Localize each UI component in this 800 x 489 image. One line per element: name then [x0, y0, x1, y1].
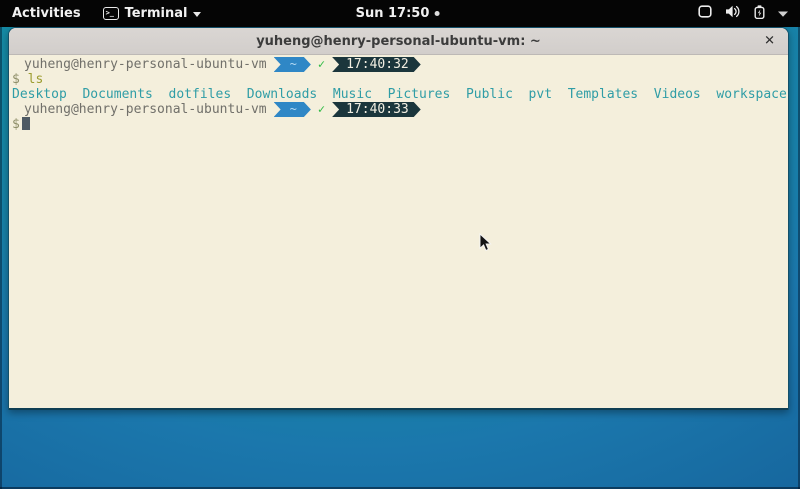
- volume-icon: [725, 5, 741, 22]
- terminal-body[interactable]: yuheng@henry-personal-ubuntu-vm ~ ✓ 17:4…: [9, 55, 788, 408]
- command-text: ls: [28, 72, 44, 87]
- status-check-icon: ✓: [318, 57, 325, 72]
- system-status-menu[interactable]: [686, 0, 800, 27]
- command-line: $ ls: [12, 72, 785, 87]
- top-bar-left: Activities >_ Terminal: [0, 0, 211, 27]
- prompt-char: $: [12, 117, 20, 132]
- screen: Activities >_ Terminal Sun 17:50: [0, 0, 800, 489]
- prompt-char: $: [12, 72, 20, 87]
- chevron-down-icon: [193, 12, 201, 17]
- screen-icon: [698, 5, 712, 22]
- status-check-icon: ✓: [318, 102, 325, 117]
- input-line: $: [12, 117, 785, 132]
- powerline-dir-segment: ~: [274, 102, 311, 117]
- terminal-app-icon: >_: [103, 7, 119, 20]
- prompt-line-1: yuheng@henry-personal-ubuntu-vm ~ ✓ 17:4…: [12, 57, 785, 72]
- activities-button[interactable]: Activities: [0, 0, 93, 27]
- top-bar: Activities >_ Terminal Sun 17:50: [0, 0, 800, 27]
- close-button[interactable]: ✕: [764, 35, 775, 48]
- chevron-down-icon: [778, 6, 788, 21]
- battery-charging-icon: [754, 5, 765, 23]
- terminal-window: yuheng@henry-personal-ubuntu-vm: ~ ✕ yuh…: [8, 27, 789, 410]
- notification-dot-icon: [434, 11, 439, 16]
- desktop: yuheng@henry-personal-ubuntu-vm: ~ ✕ yuh…: [0, 27, 800, 489]
- prompt-line-2: yuheng@henry-personal-ubuntu-vm ~ ✓ 17:4…: [12, 102, 785, 117]
- clock-button[interactable]: Sun 17:50: [356, 0, 440, 27]
- powerline-dir-segment: ~: [274, 57, 311, 72]
- powerline-time-segment: 17:40:32: [332, 57, 421, 72]
- prompt-user: yuheng@henry-personal-ubuntu-vm: [24, 102, 267, 117]
- app-menu-terminal[interactable]: >_ Terminal: [93, 0, 212, 27]
- ls-output: Desktop Documents dotfiles Downloads Mus…: [12, 87, 785, 102]
- window-title: yuheng@henry-personal-ubuntu-vm: ~: [256, 34, 541, 49]
- window-titlebar[interactable]: yuheng@henry-personal-ubuntu-vm: ~ ✕: [9, 28, 788, 55]
- powerline-time-segment: 17:40:33: [332, 102, 421, 117]
- text-cursor: [22, 117, 30, 130]
- clock-label: Sun 17:50: [356, 6, 430, 21]
- prompt-user: yuheng@henry-personal-ubuntu-vm: [24, 57, 267, 72]
- app-menu-label: Terminal: [125, 6, 188, 21]
